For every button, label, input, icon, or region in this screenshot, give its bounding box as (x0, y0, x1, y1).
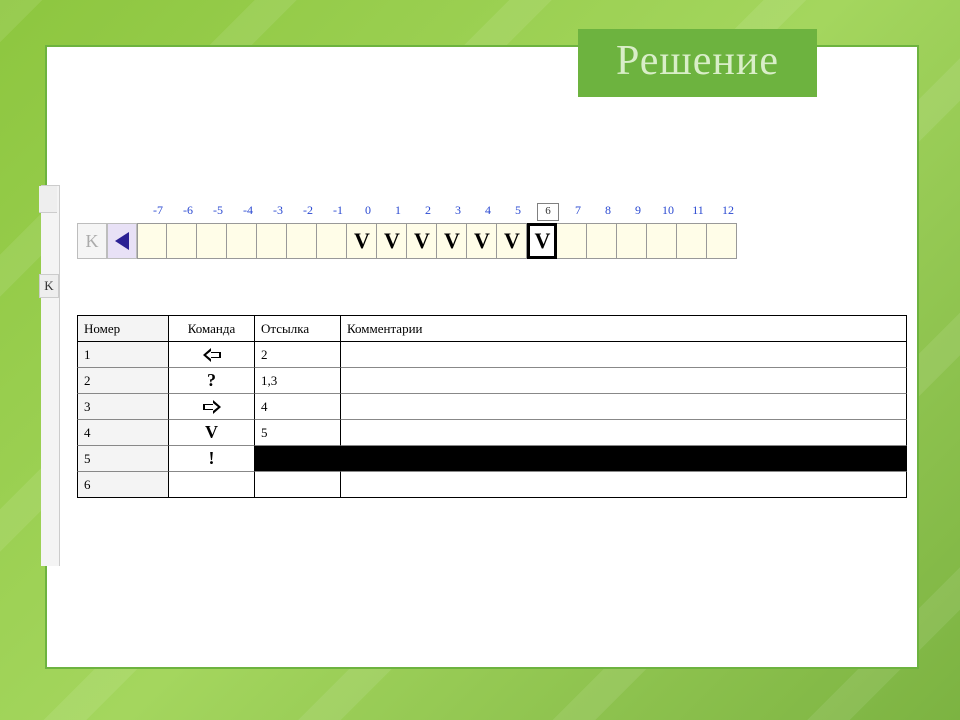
cell-command[interactable]: V (169, 420, 255, 446)
cell-number: 4 (77, 420, 169, 446)
table-row[interactable]: 12 (77, 342, 907, 368)
tape-tick: 12 (713, 203, 743, 221)
cell-comment[interactable] (341, 446, 907, 472)
cell-command[interactable] (169, 394, 255, 420)
tape-tick: -4 (233, 203, 263, 221)
tape-cell[interactable] (317, 223, 347, 259)
tape-ticks: -7-6-5-4-3-2-10123456789101112 (143, 203, 907, 221)
gutter-header (39, 186, 57, 213)
page-title: Решение (616, 38, 779, 84)
app-panel: K -7-6-5-4-3-2-10123456789101112 K VVVVV… (47, 185, 917, 565)
arrow-right-icon (203, 400, 221, 414)
tape-tick: 1 (383, 203, 413, 221)
slide-background: Решение K -7-6-5-4-3-2-10123456789101112… (0, 0, 960, 720)
table-row[interactable]: 6 (77, 472, 907, 498)
tape-tick: -5 (203, 203, 233, 221)
cell-reference[interactable] (255, 472, 341, 498)
content-card: Решение K -7-6-5-4-3-2-10123456789101112… (45, 45, 919, 669)
tape-tick: 4 (473, 203, 503, 221)
cell-comment[interactable] (341, 420, 907, 446)
cell-comment[interactable] (341, 394, 907, 420)
tape-tick: -6 (173, 203, 203, 221)
tape-tick: -2 (293, 203, 323, 221)
tape-cell[interactable]: V (407, 223, 437, 259)
col-header-command: Команда (169, 316, 255, 342)
table-row[interactable]: 5! (77, 446, 907, 472)
tape-tick: -3 (263, 203, 293, 221)
tape-tick: 6 (533, 203, 563, 221)
left-gutter: K (41, 185, 60, 566)
tape-cell[interactable] (287, 223, 317, 259)
cell-number: 1 (77, 342, 169, 368)
cell-comment[interactable] (341, 472, 907, 498)
tape-tick: 2 (413, 203, 443, 221)
cell-reference[interactable] (255, 446, 341, 472)
cell-command[interactable] (169, 342, 255, 368)
tape-cell[interactable] (257, 223, 287, 259)
cell-command[interactable]: ! (169, 446, 255, 472)
tape-cell[interactable] (647, 223, 677, 259)
cell-comment[interactable] (341, 368, 907, 394)
program-table: Номер Команда Отсылка Комментарии 122?1,… (77, 315, 907, 498)
tape-tick: 7 (563, 203, 593, 221)
tape-tick: 0 (353, 203, 383, 221)
command-glyph: V (205, 422, 218, 443)
table-row[interactable]: 4 V 5 (77, 420, 907, 446)
table-body: 122?1,3344V55!6 (77, 342, 907, 498)
title-banner: Решение (578, 29, 817, 97)
table-header-row: Номер Команда Отсылка Комментарии (77, 316, 907, 342)
cell-number: 6 (77, 472, 169, 498)
tape-step-left-button[interactable] (107, 223, 137, 259)
tape-tick: 10 (653, 203, 683, 221)
tape-cell[interactable] (677, 223, 707, 259)
cell-number: 3 (77, 394, 169, 420)
cell-number: 2 (77, 368, 169, 394)
tape-tick: 11 (683, 203, 713, 221)
tape-tick: 8 (593, 203, 623, 221)
arrow-left-icon (115, 232, 129, 250)
tape-cell[interactable]: V (527, 223, 557, 259)
tape-k-button[interactable]: K (77, 223, 107, 259)
tape-cell[interactable]: V (497, 223, 527, 259)
col-header-comment: Комментарии (341, 316, 907, 342)
tape-cell[interactable] (557, 223, 587, 259)
tape-cell[interactable] (197, 223, 227, 259)
arrow-left-icon (203, 348, 221, 362)
tape-tick: 3 (443, 203, 473, 221)
tape-tick: 5 (503, 203, 533, 221)
cell-comment[interactable] (341, 342, 907, 368)
command-glyph: ! (209, 448, 215, 469)
tape-area: -7-6-5-4-3-2-10123456789101112 K VVVVVVV (77, 203, 907, 259)
cell-command[interactable] (169, 472, 255, 498)
tape-cell[interactable] (227, 223, 257, 259)
tape-cell[interactable] (167, 223, 197, 259)
tape-cell[interactable] (137, 223, 167, 259)
cell-number: 5 (77, 446, 169, 472)
tape-row: K VVVVVVV (77, 223, 907, 259)
table-row[interactable]: 34 (77, 394, 907, 420)
tape-tick: 9 (623, 203, 653, 221)
tape-cell[interactable]: V (467, 223, 497, 259)
tape-head-indicator: 6 (537, 203, 559, 221)
tape-tick: -7 (143, 203, 173, 221)
table-row[interactable]: 2? 1,3 (77, 368, 907, 394)
command-glyph: ? (207, 370, 216, 391)
tape-cell[interactable]: V (347, 223, 377, 259)
cell-reference[interactable]: 2 (255, 342, 341, 368)
gutter-k-label: K (39, 274, 59, 298)
tape-cell[interactable]: V (377, 223, 407, 259)
cell-command[interactable]: ? (169, 368, 255, 394)
tape-cell[interactable]: V (437, 223, 467, 259)
tape-tick: -1 (323, 203, 353, 221)
tape-cell[interactable] (587, 223, 617, 259)
cell-reference[interactable]: 4 (255, 394, 341, 420)
cell-reference[interactable]: 5 (255, 420, 341, 446)
tape-cells: VVVVVVV (137, 223, 737, 259)
cell-reference[interactable]: 1,3 (255, 368, 341, 394)
col-header-number: Номер (77, 316, 169, 342)
col-header-reference: Отсылка (255, 316, 341, 342)
tape-cell[interactable] (617, 223, 647, 259)
tape-cell[interactable] (707, 223, 737, 259)
